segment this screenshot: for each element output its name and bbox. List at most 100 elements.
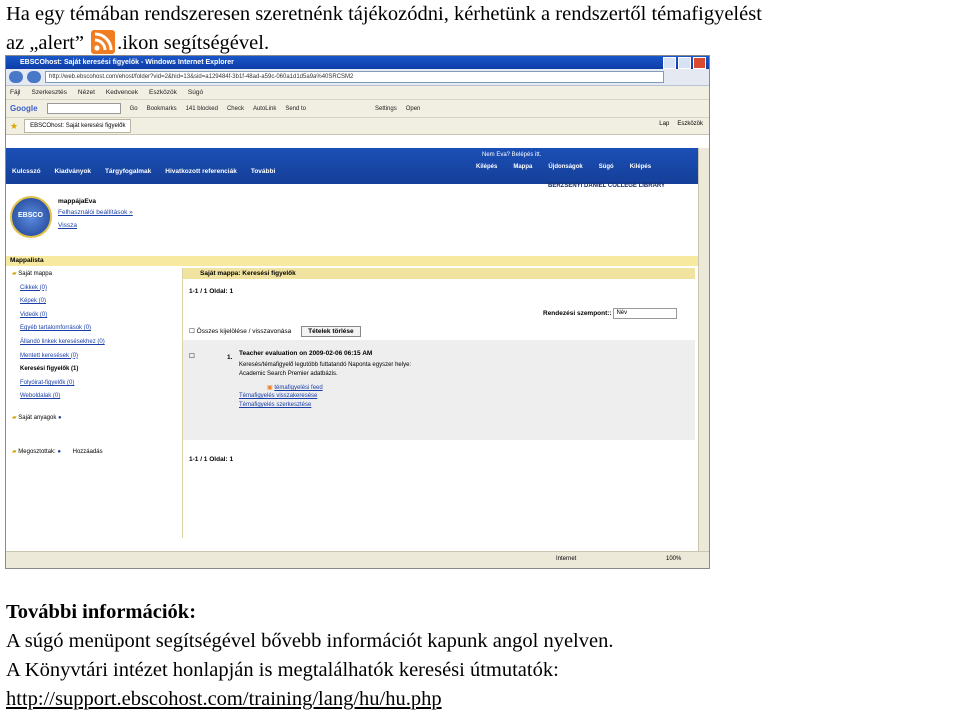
forward-icon[interactable] <box>27 71 41 83</box>
news-link[interactable]: Újdonságok <box>548 164 582 170</box>
tree-root[interactable]: ▰ Saját mappa <box>12 268 176 282</box>
open-button[interactable]: Open <box>406 106 421 112</box>
more-info-heading: További információk: <box>6 601 197 623</box>
tree-item[interactable]: Weboldalak (0) <box>12 390 176 404</box>
ebsco-logo: EBSCO <box>10 196 52 238</box>
retrieve-alert-link[interactable]: Témafigyelés visszakeresése <box>239 393 317 399</box>
logout-link[interactable]: Kilépés <box>630 164 651 170</box>
shared-items[interactable]: ▰ Megosztottak: ● Hozzáadás <box>12 446 176 460</box>
rss-icon: ▣ <box>267 385 273 391</box>
zone-indicator: Internet <box>556 556 577 562</box>
google-search-input[interactable] <box>46 103 121 114</box>
select-all-label[interactable]: Összes kijelölése / visszavonása <box>197 328 292 335</box>
folder-owner: mappájaEva <box>58 198 96 205</box>
edit-alert-link[interactable]: Témafigyelés szerkesztése <box>239 402 311 408</box>
result-number: 1. <box>227 354 233 361</box>
result-title[interactable]: Teacher evaluation on 2009-02-06 06:15 A… <box>239 350 372 357</box>
favorites-star-icon[interactable]: ★ <box>10 121 18 132</box>
maximize-icon[interactable] <box>678 57 691 69</box>
nav-cited-references[interactable]: Hivatkozott referenciák <box>165 168 237 175</box>
menu-help[interactable]: Súgó <box>188 89 203 96</box>
more-info-line-2: A Könyvtári intézet honlapján is megtalá… <box>6 659 559 681</box>
menu-edit[interactable]: Szerkesztés <box>31 89 66 96</box>
google-toolbar: Google Go Bookmarks 141 blocked Check Au… <box>6 100 709 118</box>
content-title: Saját mappa: Keresési figyelők <box>183 268 695 279</box>
tree-item[interactable]: Cikkek (0) <box>12 282 176 296</box>
folder-list-header: Mappalista <box>6 256 699 266</box>
tree-item[interactable]: Folyóirat-figyelők (0) <box>12 377 176 391</box>
nav-keyword[interactable]: Kulcsszó <box>12 168 41 175</box>
help-link[interactable]: Súgó <box>599 164 614 170</box>
folder-tree: ▰ Saját mappa Cikkek (0) Képek (0) Videó… <box>12 268 176 459</box>
library-name: BERZSENYI DANIEL COLLEGE LIBRARY <box>548 183 666 189</box>
pager-bottom: 1-1 / 1 Oldal: 1 <box>189 456 234 463</box>
sort-label: Rendezési szempont:: <box>543 310 612 318</box>
browser-screenshot: EBSCOhost: Saját keresési figyelők - Win… <box>5 55 710 569</box>
help-icon[interactable]: ● <box>57 449 61 455</box>
bookmarks-button[interactable]: Bookmarks <box>147 106 177 112</box>
select-all-row: ☐ Összes kijelölése / visszavonása Tétel… <box>189 326 361 337</box>
search-nav: Kulcsszó Kiadványok Tárgyfogalmak Hivatk… <box>12 168 275 175</box>
vertical-scrollbar[interactable] <box>698 148 709 551</box>
delete-items-button[interactable]: Tételek törlése <box>301 326 361 337</box>
ebsco-toolbar: Kilépés Mappa Újdonságok Súgó Kilépés <box>476 164 651 170</box>
command-bar: Lap Eszközök <box>659 121 703 127</box>
menu-tools[interactable]: Eszközök <box>149 89 177 96</box>
back-icon[interactable] <box>9 71 23 83</box>
rss-feed-link[interactable]: ▣ témafigyelési feed <box>267 384 323 391</box>
folder-link[interactable]: Mappa <box>513 164 532 170</box>
more-info-line-1: A súgó menüpont segítségével bővebb info… <box>6 630 614 652</box>
settings-button[interactable]: Settings <box>375 106 397 112</box>
login-link[interactable]: Kilépés <box>476 164 497 170</box>
window-title-bar: EBSCOhost: Saját keresési figyelők - Win… <box>6 56 709 69</box>
nav-more[interactable]: További <box>251 168 275 175</box>
folder-icon: ▰ <box>12 414 17 421</box>
intro-line-1: Ha egy témában rendszeresen szeretnénk t… <box>6 3 762 25</box>
autolink-button[interactable]: AutoLink <box>253 106 276 112</box>
intro-line-2: az „alert” .ikon segítségével. <box>6 30 270 54</box>
menu-bar: Fájl Szerkesztés Nézet Kedvencek Eszközö… <box>6 86 709 100</box>
tree-item[interactable]: Állandó linkek keresésekhez (0) <box>12 336 176 350</box>
library-bar: BERZSENYI DANIEL COLLEGE LIBRARY <box>6 183 699 194</box>
close-icon[interactable] <box>693 57 706 69</box>
tree-item[interactable]: Mentett keresések (0) <box>12 350 176 364</box>
zoom-level[interactable]: 100% <box>666 556 681 562</box>
go-button[interactable]: Go <box>130 106 138 112</box>
send-to-button[interactable]: Send to <box>285 106 306 112</box>
rss-icon <box>91 30 116 54</box>
menu-view[interactable]: Nézet <box>78 89 95 96</box>
user-login-text[interactable]: Nem Eva? Belépés itt. <box>482 152 541 158</box>
popup-blocked-button[interactable]: 141 blocked <box>186 106 218 112</box>
tree-item[interactable]: Képek (0) <box>12 295 176 309</box>
add-link[interactable]: Hozzáadás <box>73 449 103 455</box>
result-checkbox[interactable]: ☐ <box>189 352 195 360</box>
folder-icon: ▰ <box>12 271 17 277</box>
ebsco-page: Nem Eva? Belépés itt. Kulcsszó Kiadványo… <box>6 148 699 551</box>
tree-item[interactable]: Videók (0) <box>12 309 176 323</box>
tools-menu[interactable]: Eszközök <box>677 121 703 127</box>
tab-ebscohost[interactable]: EBSCOhost: Saját keresési figyelők <box>24 119 132 133</box>
select-all-checkbox[interactable]: ☐ <box>189 328 195 335</box>
user-settings-link[interactable]: Felhasználói beállítások » <box>58 209 133 216</box>
help-icon[interactable]: ● <box>58 415 62 421</box>
menu-file[interactable]: Fájl <box>10 89 20 96</box>
ebsco-header: Nem Eva? Belépés itt. Kulcsszó Kiadványo… <box>6 148 699 184</box>
page-menu[interactable]: Lap <box>659 121 669 127</box>
minimize-icon[interactable] <box>663 57 676 69</box>
more-info: További információk: A súgó menüpont seg… <box>6 598 958 714</box>
support-url-link[interactable]: http://support.ebscohost.com/training/la… <box>6 688 442 710</box>
sort-select[interactable]: Név <box>613 308 678 319</box>
google-logo: Google <box>10 104 38 113</box>
tree-item[interactable]: Egyéb tartalomforrások (0) <box>12 322 176 336</box>
result-item: ☐ 1. Teacher evaluation on 2009-02-06 06… <box>183 340 695 440</box>
own-items[interactable]: ▰ Saját anyagok ● <box>12 412 176 426</box>
check-button[interactable]: Check <box>227 106 244 112</box>
address-input[interactable]: http://web.ebscohost.com/ehost/folder?vi… <box>45 71 664 83</box>
window-title: EBSCOhost: Saját keresési figyelők - Win… <box>20 59 234 66</box>
nav-subjects[interactable]: Tárgyfogalmak <box>105 168 151 175</box>
intro-text: Ha egy témában rendszeresen szeretnénk t… <box>6 0 958 58</box>
tree-item-selected[interactable]: Keresési figyelők (1) <box>12 363 176 377</box>
menu-favorites[interactable]: Kedvencek <box>106 89 138 96</box>
nav-publications[interactable]: Kiadványok <box>55 168 92 175</box>
back-link[interactable]: Vissza <box>58 222 77 229</box>
